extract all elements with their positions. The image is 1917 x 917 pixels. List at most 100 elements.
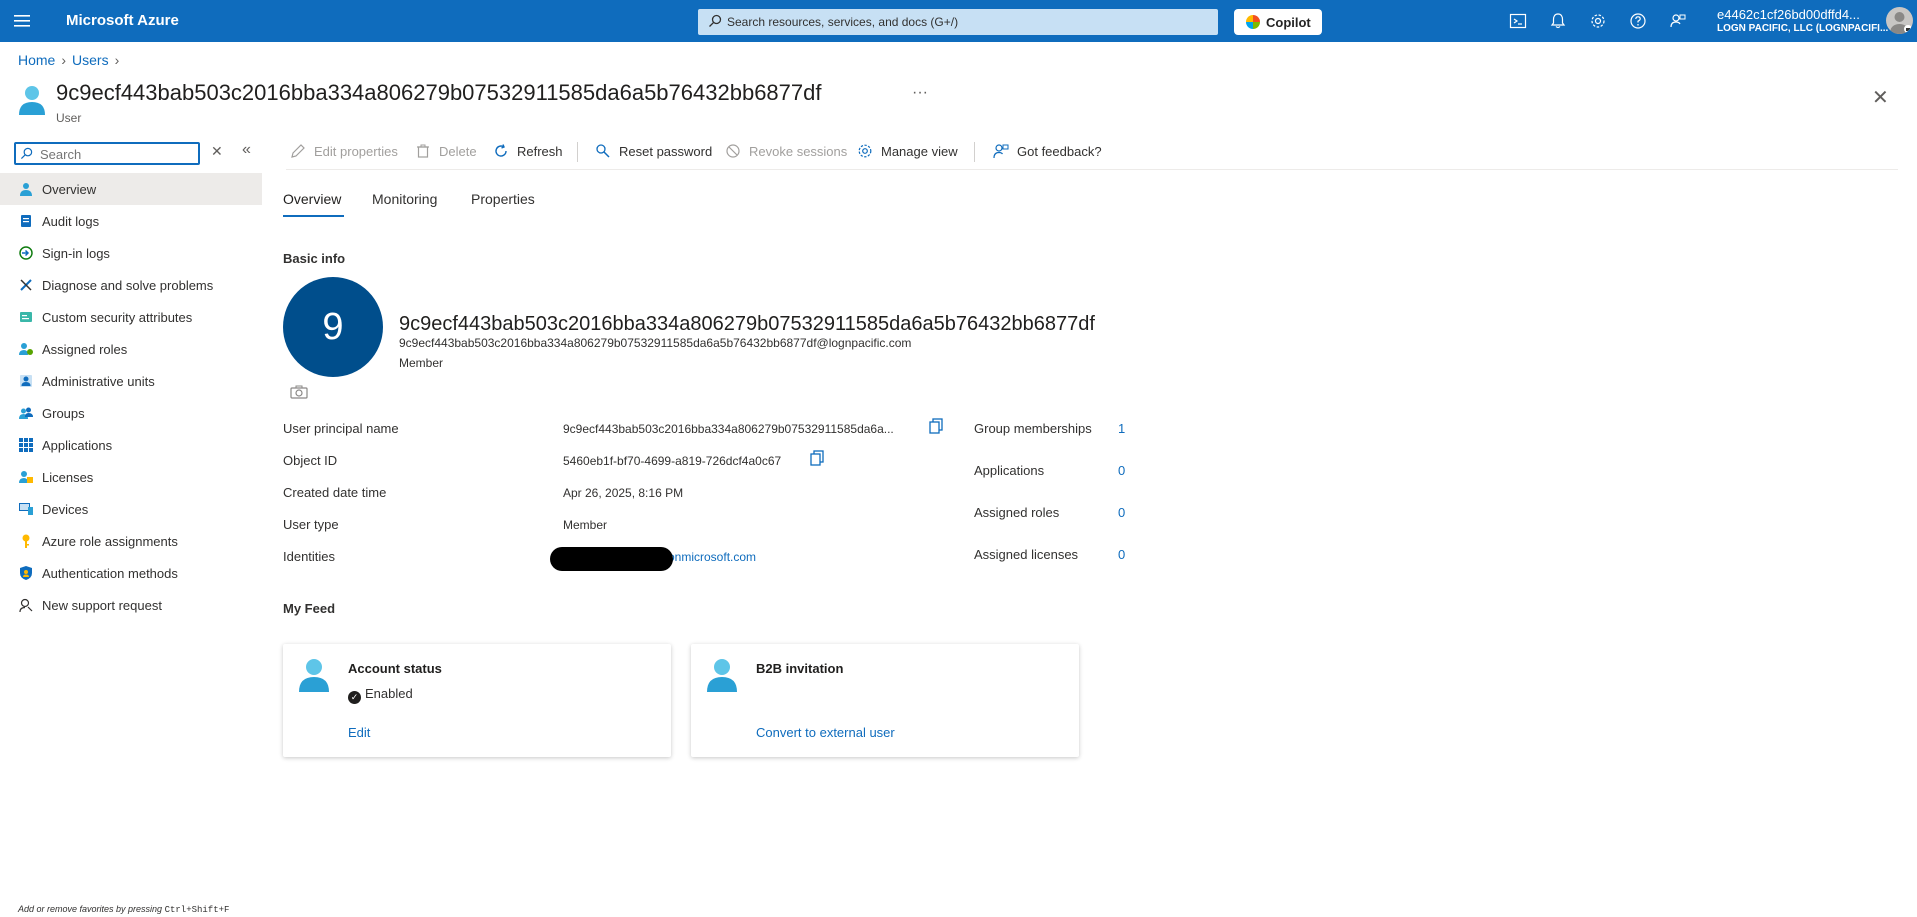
breadcrumb-users[interactable]: Users [72,52,109,68]
user-type-summary: Member [399,356,444,370]
tab-overview[interactable]: Overview [283,191,341,207]
user-icon [707,659,737,692]
identities-link[interactable]: onmicrosoft.com [668,550,756,564]
applications-count[interactable]: 0 [1118,463,1125,478]
b2b-invitation-card: B2B invitation Convert to external user [691,644,1079,757]
copy-upn-icon[interactable] [929,418,944,434]
user-icon [299,659,329,692]
sidebar-item-groups[interactable]: Groups [0,397,262,429]
feedback-icon[interactable] [1669,12,1687,30]
clear-search-icon[interactable]: ✕ [211,143,223,160]
block-icon [726,144,740,158]
breadcrumb-home[interactable]: Home [18,52,55,68]
settings-gear-icon[interactable] [1589,12,1607,30]
tab-monitoring[interactable]: Monitoring [372,191,437,207]
applications-label: Applications [974,463,1045,478]
group-memberships-count[interactable]: 1 [1118,421,1125,436]
sidebar-item-authentication-methods[interactable]: Authentication methods [0,557,262,589]
avatar-person-icon [1890,12,1912,34]
edit-account-status-link[interactable]: Edit [348,725,370,740]
breadcrumb-separator: › [114,52,120,68]
sidebar-item-label: Devices [42,502,89,517]
account-avatar[interactable] [1886,7,1913,34]
feedback-person-icon [993,144,1009,159]
assigned-roles-label: Assigned roles [974,505,1060,520]
assigned-roles-count[interactable]: 0 [1118,505,1125,520]
pencil-icon [291,144,305,158]
account-menu[interactable]: e4462c1cf26bd00dffd4... LOGN PACIFIC, LL… [1717,7,1888,34]
redaction-mark [550,547,673,571]
attributes-icon [20,312,32,322]
user-type-label: User type [283,517,339,532]
sidebar-search-input[interactable] [38,145,188,163]
breadcrumb-separator: › [61,52,67,68]
close-icon[interactable]: ✕ [1872,85,1889,110]
sidebar-item-label: Sign-in logs [42,246,110,261]
copy-object-id-icon[interactable] [810,450,825,466]
assigned-licenses-count[interactable]: 0 [1118,547,1125,562]
global-search-input[interactable]: Search resources, services, and docs (G+… [698,9,1218,35]
audit-log-icon [21,215,31,227]
b2b-invitation-title: B2B invitation [756,661,844,676]
delete-label: Delete [439,144,477,159]
groups-icon [19,407,33,419]
edit-properties-label: Edit properties [314,144,398,159]
copilot-icon [1246,15,1260,29]
sidebar-item-azure-role-assignments[interactable]: Azure role assignments [0,525,262,557]
sidebar-item-new-support-request[interactable]: New support request [0,589,262,621]
account-status-value: ✓ Enabled [348,686,413,704]
account-name: e4462c1cf26bd00dffd4... [1717,7,1860,22]
sidebar-item-diagnose[interactable]: Diagnose and solve problems [0,269,262,301]
sidebar-item-assigned-roles[interactable]: Assigned roles [0,333,262,365]
sidebar-item-custom-security-attributes[interactable]: Custom security attributes [0,301,262,333]
convert-external-user-link[interactable]: Convert to external user [756,725,895,740]
upn-value: 9c9ecf443bab503c2016bba334a806279b075329… [563,422,894,436]
sidebar-item-licenses[interactable]: Licenses [0,461,262,493]
page-subtitle: User [56,111,82,125]
search-icon [709,14,722,27]
hamburger-menu-icon[interactable] [12,12,32,30]
trash-icon [417,144,429,158]
account-status-card: Account status ✓ Enabled Edit [283,644,671,757]
manage-view-label: Manage view [881,144,958,159]
gear-icon [858,144,872,158]
identities-label: Identities [283,549,336,564]
key-icon [22,534,30,548]
collapse-sidebar-icon[interactable]: « [242,141,251,159]
sidebar-item-overview[interactable]: Overview [0,173,262,205]
user-display-name: 9c9ecf443bab503c2016bba334a806279b075329… [399,313,1095,335]
sidebar-item-administrative-units[interactable]: Administrative units [0,365,262,397]
sidebar-item-applications[interactable]: Applications [0,429,262,461]
account-status-text: Enabled [365,686,413,701]
wrench-icon [20,279,32,291]
upn-label: User principal name [283,421,399,436]
sidebar-item-label: Administrative units [42,374,155,389]
search-icon [20,147,33,160]
check-circle-icon: ✓ [348,691,361,704]
page-title: 9c9ecf443bab503c2016bba334a806279b075329… [56,80,822,105]
sidebar-item-audit-logs[interactable]: Audit logs [0,205,262,237]
sidebar-item-sign-in-logs[interactable]: Sign-in logs [0,237,262,269]
cloud-shell-icon[interactable] [1509,12,1527,30]
help-icon[interactable] [1629,12,1647,30]
azure-brand-link[interactable]: Microsoft Azure [66,12,179,29]
group-memberships-label: Group memberships [974,421,1092,436]
user-email: 9c9ecf443bab503c2016bba334a806279b075329… [399,336,912,350]
camera-icon[interactable] [290,385,308,399]
sidebar-item-devices[interactable]: Devices [0,493,262,525]
shield-icon [20,566,32,580]
sidebar-search[interactable] [14,142,200,165]
command-separator [974,142,975,162]
favorites-hint: Add or remove favorites by pressing Ctrl… [18,904,229,915]
sidebar-item-label: Diagnose and solve problems [42,278,214,293]
object-id-label: Object ID [283,453,338,468]
more-options-button[interactable]: ··· [912,84,928,102]
copilot-button[interactable]: Copilot [1234,9,1322,35]
sidebar-item-label: Authentication methods [42,566,178,581]
active-tab-indicator [283,215,344,217]
notifications-bell-icon[interactable] [1549,12,1567,30]
tab-properties[interactable]: Properties [471,191,535,207]
global-search-placeholder: Search resources, services, and docs (G+… [727,15,959,29]
reset-password-label: Reset password [619,144,713,159]
sidebar-nav: Overview Audit logs Sign-in logs Diagnos… [0,173,262,621]
